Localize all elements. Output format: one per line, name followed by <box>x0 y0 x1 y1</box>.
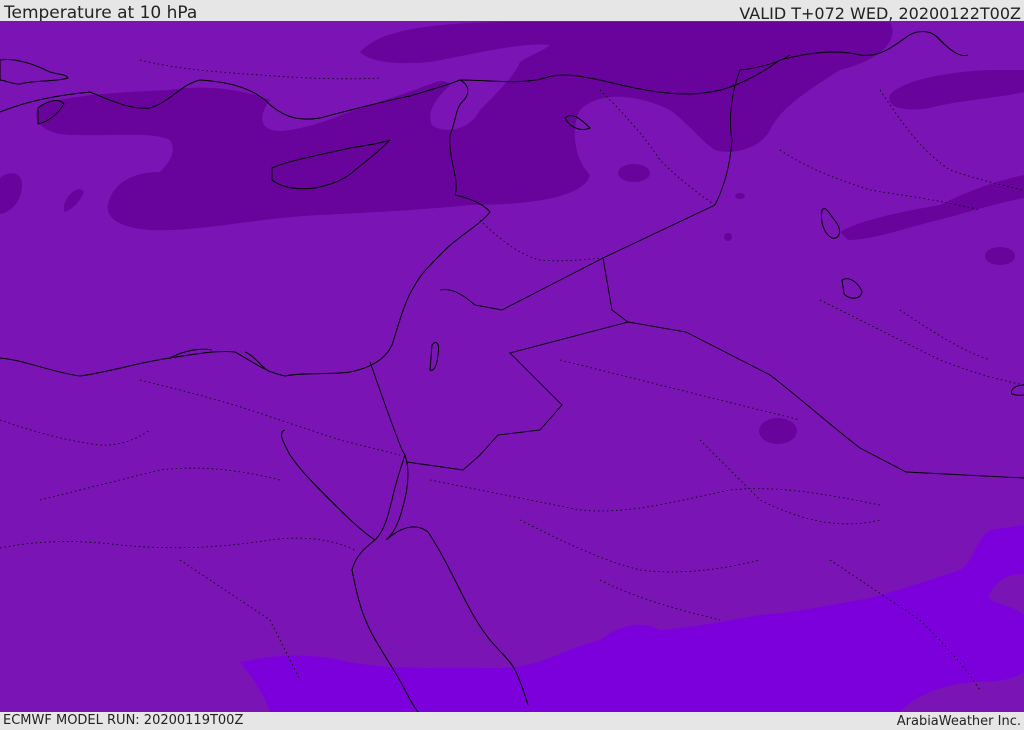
weather-map[interactable] <box>0 21 1024 712</box>
map-title: Temperature at 10 hPa <box>4 3 198 23</box>
cold-spot-iraq <box>724 233 732 241</box>
credit-text: ArabiaWeather Inc. <box>896 714 1021 729</box>
cold-spot-saudi <box>759 418 797 444</box>
footer-bar: ECMWF MODEL RUN: 20200119T00Z ArabiaWeat… <box>0 712 1024 729</box>
header-bar: Temperature at 10 hPa VALID T+072 WED, 2… <box>0 0 1024 23</box>
map-canvas <box>0 21 1024 712</box>
cold-spot-iran <box>985 247 1015 265</box>
model-run: ECMWF MODEL RUN: 20200119T00Z <box>3 713 244 728</box>
cold-spot-syria <box>618 164 650 182</box>
cold-spot-iraq-2 <box>735 193 745 199</box>
